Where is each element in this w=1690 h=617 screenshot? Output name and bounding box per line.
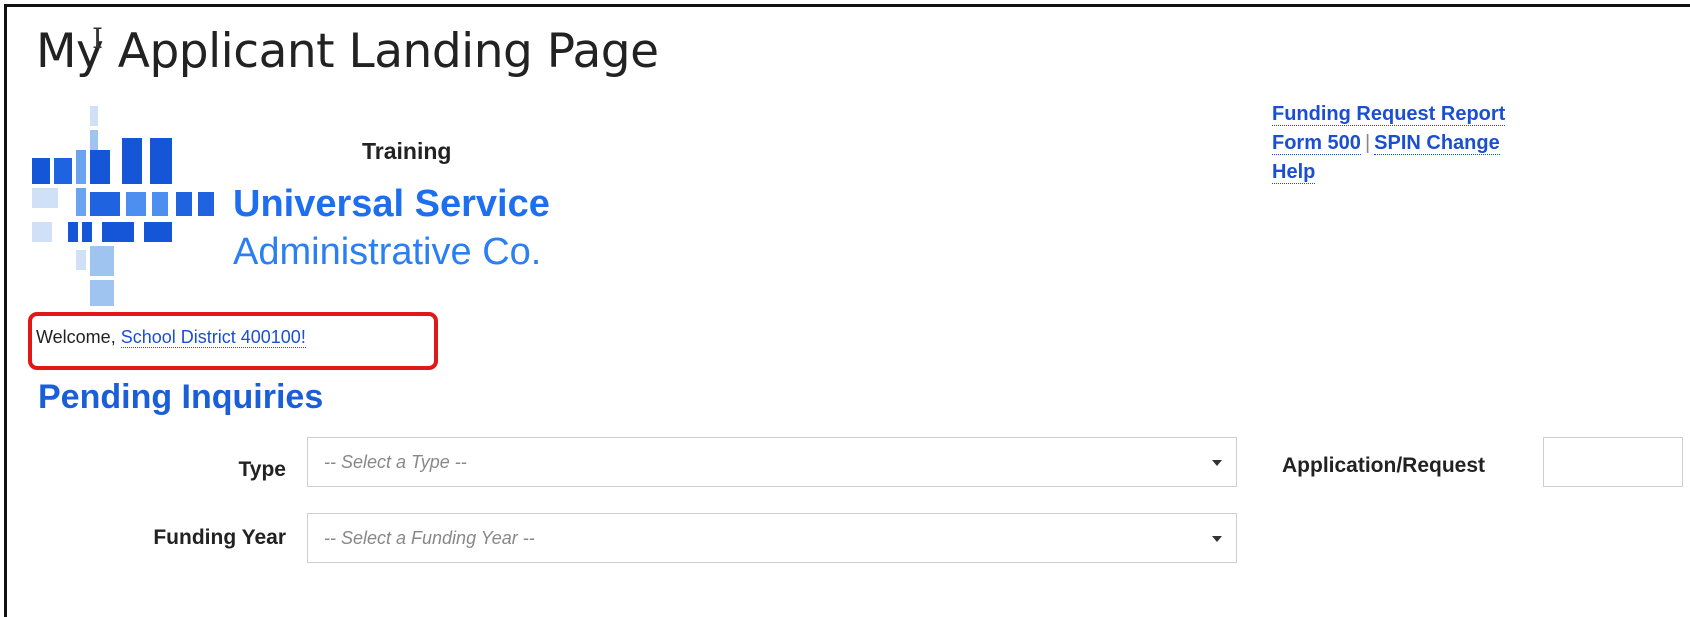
- top-links: Funding Request Report Form 500 | SPIN Cha…: [1272, 100, 1506, 187]
- usac-logo-icon: [32, 106, 214, 306]
- spin-change-link[interactable]: SPIN Change: [1374, 132, 1500, 155]
- welcome-message: Welcome, School District 400100!: [36, 327, 306, 348]
- text-cursor-icon: I: [92, 22, 104, 55]
- funding-year-label: Funding Year: [153, 526, 286, 549]
- logo-name-line1: Universal Service: [233, 183, 550, 225]
- logo-name-line2: Administrative Co.: [233, 231, 542, 273]
- chevron-down-icon: [1212, 536, 1222, 542]
- welcome-prefix: Welcome,: [36, 327, 116, 347]
- entity-link[interactable]: School District 400100!: [120, 327, 306, 348]
- form-500-link[interactable]: Form 500: [1272, 132, 1361, 155]
- type-select[interactable]: -- Select a Type --: [307, 437, 1237, 487]
- help-link[interactable]: Help: [1272, 161, 1316, 184]
- funding-year-select-placeholder: -- Select a Funding Year --: [324, 528, 535, 548]
- chevron-down-icon: [1212, 460, 1222, 466]
- funding-year-select[interactable]: -- Select a Funding Year --: [307, 513, 1237, 563]
- page-title: My Applicant Landing Page: [36, 24, 659, 79]
- application-request-label: Application/Request: [1282, 454, 1486, 477]
- type-select-placeholder: -- Select a Type --: [324, 452, 467, 472]
- funding-request-report-link[interactable]: Funding Request Report: [1272, 103, 1506, 126]
- pending-inquiries-title: Pending Inquiries: [38, 378, 324, 416]
- type-label: Type: [238, 458, 286, 481]
- application-request-select[interactable]: [1543, 437, 1683, 487]
- logo-training-label: Training: [362, 138, 452, 164]
- link-separator: |: [1364, 132, 1371, 154]
